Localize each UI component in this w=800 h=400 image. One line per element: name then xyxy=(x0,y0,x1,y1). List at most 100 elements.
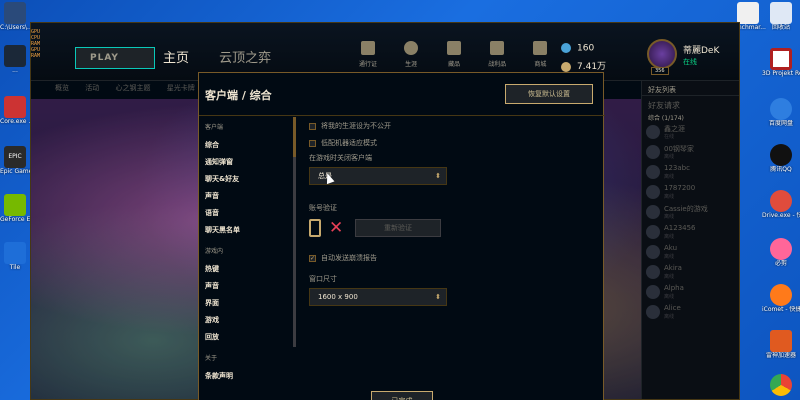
settings-nav-replays[interactable]: 回放 xyxy=(205,330,285,347)
friends-list-header: 好友列表 xyxy=(648,86,676,94)
settings-nav-general[interactable]: 综合 xyxy=(205,138,285,155)
list-item[interactable]: Alice 离线 xyxy=(642,303,739,323)
friend-group-header[interactable]: 综合 (1/174) xyxy=(642,111,739,123)
restore-defaults-button[interactable]: 恢复默认设置 xyxy=(505,84,593,104)
loot-icon xyxy=(490,41,505,55)
blue-essence-icon xyxy=(561,43,571,53)
subnav-item[interactable]: 活动 xyxy=(85,84,99,92)
geforce-icon xyxy=(4,194,26,216)
core-icon xyxy=(4,96,26,118)
currency-panel: 160 7.41万 xyxy=(561,43,633,75)
list-item[interactable]: 00钢琴家 离线 xyxy=(642,143,739,163)
settings-nav-hotkeys[interactable]: 热键 xyxy=(205,262,285,279)
nav-icon-label: 生涯 xyxy=(405,61,418,68)
list-item[interactable]: Aku 离线 xyxy=(642,243,739,263)
settings-nav-blocklist[interactable]: 聊天黑名单 xyxy=(205,223,285,240)
friend-status: 离线 xyxy=(664,294,675,300)
desktop-icon[interactable]: 腾讯QQ xyxy=(762,144,800,173)
account-verify-row: ✕ 重新验证 xyxy=(309,217,601,243)
steam-icon xyxy=(4,45,26,67)
subnav-item[interactable]: 概览 xyxy=(55,84,69,92)
nav-collection[interactable]: 藏品 xyxy=(435,41,473,68)
store-icon xyxy=(533,41,548,55)
nav-store[interactable]: 商城 xyxy=(521,41,559,68)
folder-icon xyxy=(4,2,26,24)
nav-icon-label: 战利品 xyxy=(488,61,507,68)
list-item[interactable]: Cassie的游戏 离线 xyxy=(642,203,739,223)
friend-status: 离线 xyxy=(664,174,675,180)
list-item[interactable]: 鑫之涯 在线 xyxy=(642,123,739,143)
reverify-button[interactable]: 重新验证 xyxy=(355,219,441,237)
desktop-icon[interactable]: 回收站 xyxy=(762,2,800,31)
desktop-icon[interactable]: iComet - 快捷方式 xyxy=(762,284,800,313)
settings-nav-notifications[interactable]: 通知弹窗 xyxy=(205,155,285,172)
avatar xyxy=(646,145,660,159)
settings-nav-voice[interactable]: 语音 xyxy=(205,206,285,223)
desktop-icon[interactable]: Drive.exe - 快捷方式 xyxy=(762,190,800,219)
nav-tft[interactable]: 云顶之弈 xyxy=(219,47,271,66)
desktop-icon[interactable]: EPIC Epic Games Launcher xyxy=(0,146,30,175)
window-size-select[interactable]: 1600 x 900 ⬍ xyxy=(309,288,447,306)
friend-status: 离线 xyxy=(664,314,675,320)
desktop-icon[interactable]: 雷神加速器 xyxy=(762,330,800,359)
list-item[interactable]: A123456 离线 xyxy=(642,223,739,243)
nav-profile[interactable]: 生涯 xyxy=(392,41,430,68)
private-profile-checkbox[interactable] xyxy=(309,122,316,130)
desktop-icon[interactable]: C:\Users\... xyxy=(0,2,30,31)
list-item[interactable]: 123abc 离线 xyxy=(642,163,739,183)
avatar xyxy=(646,305,660,319)
app-icon xyxy=(770,48,792,70)
account-verify-label: 账号验证 xyxy=(309,204,337,212)
desktop-icon-label: Core.exe ... xyxy=(0,118,30,125)
private-profile-option[interactable]: 将我的生涯设为不公开 xyxy=(309,119,601,136)
auto-report-option[interactable]: ✓ 自动发送崩溃报告 xyxy=(309,251,601,268)
desktop-icon-label: Tile xyxy=(9,264,21,271)
auto-report-checkbox[interactable]: ✓ xyxy=(309,254,316,262)
desktop-icon[interactable]: GeForce Experience xyxy=(0,194,30,223)
desktop-icon[interactable]: Tile xyxy=(0,242,30,271)
recycle-bin-icon xyxy=(770,2,792,24)
list-item[interactable]: 1787200 离线 xyxy=(642,183,739,203)
desktop-icon[interactable]: 3D Projekt Red xyxy=(762,48,800,77)
done-button[interactable]: 已完成 xyxy=(371,391,433,400)
scrollbar-thumb[interactable] xyxy=(293,117,296,157)
profile-panel[interactable]: 356 蒂麗DeK 在线 xyxy=(643,37,739,77)
settings-nav-chat-friends[interactable]: 聊天&好友 xyxy=(205,172,285,189)
avatar xyxy=(646,125,660,139)
online-status[interactable]: 在线 xyxy=(683,57,697,67)
desktop-icon[interactable]: ... xyxy=(0,45,30,74)
desktop-icon[interactable]: 百度网盘 xyxy=(762,98,800,127)
desktop-icon-label: 腾讯QQ xyxy=(770,166,792,173)
settings-nav-game[interactable]: 游戏 xyxy=(205,313,285,330)
list-item[interactable]: Akira 离线 xyxy=(642,263,739,283)
qq-icon xyxy=(770,144,792,166)
desktop-icon[interactable] xyxy=(762,374,800,396)
settings-nav-sound[interactable]: 声音 xyxy=(205,189,285,206)
list-item[interactable]: Alpha 离线 xyxy=(642,283,739,303)
desktop-icon[interactable]: Core.exe ... xyxy=(0,96,30,125)
desktop-icon[interactable]: 必剪 xyxy=(762,238,800,267)
settings-nav-terms[interactable]: 条款声明 xyxy=(205,369,285,386)
nav-pass[interactable]: 通行证 xyxy=(349,41,387,68)
low-spec-checkbox[interactable] xyxy=(309,139,316,147)
phone-icon xyxy=(309,219,321,237)
low-spec-option[interactable]: 低配机器适应模式 xyxy=(309,136,601,153)
nav-home[interactable]: 主页 xyxy=(163,47,189,66)
nav-icon-label: 商城 xyxy=(534,61,547,68)
friend-status: 离线 xyxy=(664,214,675,220)
epic-games-icon: EPIC xyxy=(4,146,26,168)
avatar[interactable] xyxy=(647,39,677,69)
friend-status: 在线 xyxy=(664,134,675,140)
settings-nav-interface[interactable]: 界面 xyxy=(205,296,285,313)
pass-icon xyxy=(361,41,375,55)
nav-loot[interactable]: 战利品 xyxy=(478,41,516,68)
subnav-item[interactable]: 星光卡牌 xyxy=(167,84,195,92)
desktop-icon-label: GeForce Experience xyxy=(0,216,30,223)
play-button[interactable]: PLAY xyxy=(75,47,155,69)
settings-nav-game-sound[interactable]: 声音 xyxy=(205,279,285,296)
friend-requests[interactable]: 好友请求 xyxy=(642,95,739,111)
collection-icon xyxy=(447,41,462,55)
avatar xyxy=(646,265,660,279)
avatar xyxy=(646,225,660,239)
subnav-item[interactable]: 心之钢主题 xyxy=(115,84,150,92)
